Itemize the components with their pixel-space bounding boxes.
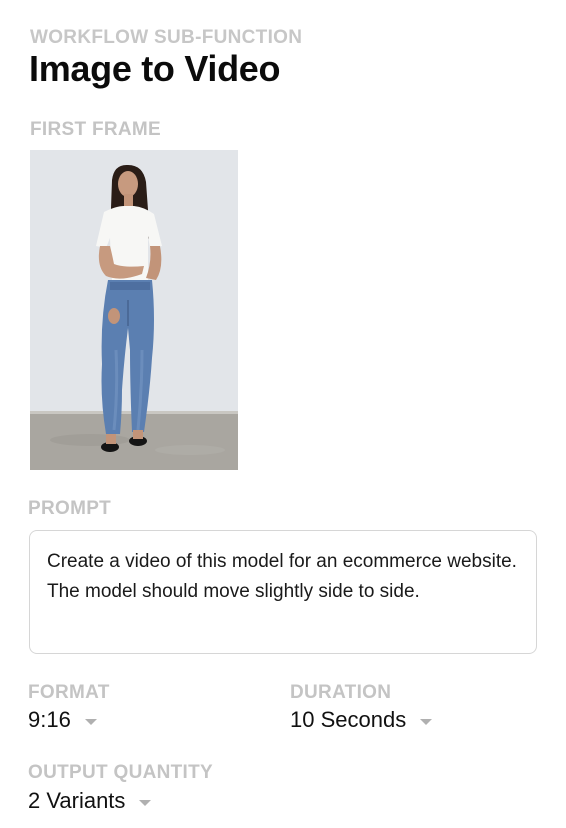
chevron-down-icon [420,719,433,725]
format-value: 9:16 [28,707,71,732]
prompt-textarea[interactable]: Create a video of this model for an ecom… [29,530,537,654]
page-title: Image to Video [29,48,281,89]
prompt-label: PROMPT [28,498,112,519]
output-quantity-value: 2 Variants [28,788,126,813]
duration-select[interactable]: 10 Seconds [290,707,433,733]
duration-value: 10 Seconds [290,707,407,732]
first-frame-image[interactable] [30,150,238,470]
format-select[interactable]: 9:16 [28,707,97,733]
chevron-down-icon [139,800,152,806]
output-quantity-select[interactable]: 2 Variants [28,788,152,814]
eyebrow-label: WORKFLOW SUB-FUNCTION [30,27,303,48]
duration-label: DURATION [290,682,392,703]
chevron-down-icon [84,719,97,725]
output-quantity-label: OUTPUT QUANTITY [28,762,213,783]
first-frame-label: FIRST FRAME [30,119,162,140]
format-label: FORMAT [28,682,110,703]
